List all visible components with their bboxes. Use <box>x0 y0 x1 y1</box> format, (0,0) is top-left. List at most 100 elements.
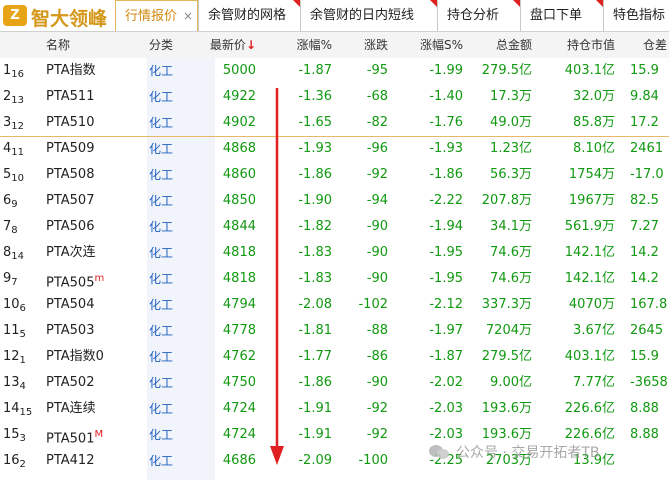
contract-name[interactable]: PTA509 <box>46 136 94 162</box>
chg-pct-s-cell: -1.76 <box>429 115 463 130</box>
table-row[interactable]: 78 PTA506 化工 4844 -1.82 -90 -1.94 34.1万 561.9万 7.… <box>0 214 669 240</box>
tab-order[interactable]: 盘口下单 <box>520 0 603 31</box>
flag-icon <box>430 0 437 7</box>
contract-name[interactable]: PTA412 <box>46 448 94 474</box>
row-subindex: 5 <box>19 329 26 340</box>
col-change[interactable]: 涨跌 <box>350 32 388 58</box>
close-icon[interactable]: × <box>183 9 193 23</box>
tab-indicators[interactable]: 特色指标 <box>603 0 669 31</box>
price-cell: 4868 <box>222 141 256 156</box>
category-cell: 化工 <box>149 428 174 442</box>
row-index: 121 <box>3 344 26 370</box>
row-number: 12 <box>3 349 20 364</box>
contract-name[interactable]: PTA505m <box>46 266 104 292</box>
contract-name[interactable]: PTA506 <box>46 214 94 240</box>
row-index: 116 <box>3 58 24 84</box>
row-index: 162 <box>3 448 26 474</box>
category-cell: 化工 <box>149 168 174 182</box>
open-diff-cell: 15.9 <box>630 63 659 78</box>
table-row[interactable]: 106 PTA504 化工 4794 -2.08 -102 -2.12 337.3万 4070万… <box>0 292 669 318</box>
tab-label: 盘口下单 <box>530 8 583 23</box>
price-cell: 4724 <box>222 427 256 442</box>
row-index: 69 <box>3 188 18 214</box>
chg-pct-s-cell: -2.02 <box>429 375 463 390</box>
col-open-diff[interactable]: 仓差 <box>643 32 667 58</box>
contract-name[interactable]: PTA504 <box>46 292 94 318</box>
price-cell: 4922 <box>222 89 256 104</box>
tab-label: 持仓分析 <box>447 8 500 23</box>
contract-name[interactable]: PTA次连 <box>46 240 96 266</box>
contract-name[interactable]: PTA连续 <box>46 396 96 422</box>
open-diff-cell: -17.0 <box>630 167 664 182</box>
col-name[interactable]: 名称 <box>46 32 70 58</box>
table-row[interactable]: 1415 PTA连续 化工 4724 -1.91 -92 -2.03 193.6万 226.6亿… <box>0 396 669 422</box>
table-row[interactable]: 97 PTA505m 化工 4818 -1.83 -90 -1.95 74.6万 142.1亿 1… <box>0 266 669 292</box>
contract-name[interactable]: PTA510 <box>46 110 94 136</box>
contract-name[interactable]: PTA指数 <box>46 58 96 84</box>
col-change-pct-s[interactable]: 涨幅S% <box>410 32 463 58</box>
contract-name-text: PTA指数 <box>46 63 96 78</box>
row-number: 10 <box>3 297 20 312</box>
flag-icon <box>513 0 520 7</box>
chg-cell: -92 <box>366 401 388 416</box>
tab-quotes[interactable]: 行情报价 × <box>115 0 198 31</box>
pos-value-cell: 226.6亿 <box>564 401 615 416</box>
table-row[interactable]: 116 PTA指数 化工 5000 -1.87 -95 -1.99 279.5亿 403.1亿 1… <box>0 58 669 84</box>
row-subindex: 2 <box>19 459 26 470</box>
tab-label: 特色指标 <box>613 8 666 23</box>
open-diff-cell: 8.88 <box>630 427 659 442</box>
contract-name[interactable]: PTA511 <box>46 84 94 110</box>
contract-name[interactable]: PTA507 <box>46 188 94 214</box>
table-row[interactable]: 69 PTA507 化工 4850 -1.90 -94 -2.22 207.8万 1967万 82… <box>0 188 669 214</box>
contract-name[interactable]: PTA指数0 <box>46 344 104 370</box>
contract-name[interactable]: PTA501M <box>46 422 103 448</box>
row-index: 814 <box>3 240 24 266</box>
col-category[interactable]: 分类 <box>149 32 173 58</box>
table-row[interactable]: 134 PTA502 化工 4750 -1.86 -90 -2.02 9.00亿 7.77亿 -3… <box>0 370 669 396</box>
table-row[interactable]: 115 PTA503 化工 4778 -1.81 -88 -1.97 7204万 3.67亿 26… <box>0 318 669 344</box>
chg-cell: -100 <box>358 453 388 468</box>
chg-cell: -90 <box>366 375 388 390</box>
top-tab-bar: Z 智大领峰 行情报价 × 余管财的网格 余管财的日内短线 持仓分析 盘口下单 特… <box>0 0 669 32</box>
table-row[interactable]: 814 PTA次连 化工 4818 -1.83 -90 -1.95 74.6万 142.1亿 14… <box>0 240 669 266</box>
logo-icon: Z <box>3 5 27 26</box>
chg-cell: -90 <box>366 245 388 260</box>
amount-cell: 17.3万 <box>490 89 532 104</box>
open-diff-cell: 15.9 <box>630 349 659 364</box>
chg-pct-s-cell: -1.95 <box>429 245 463 260</box>
tab-grid[interactable]: 余管财的网格 <box>198 0 300 31</box>
chg-pct-s-cell: -1.93 <box>429 141 463 156</box>
app-logo: Z 智大领峰 <box>0 0 115 31</box>
tab-position-analysis[interactable]: 持仓分析 <box>437 0 520 31</box>
contract-name[interactable]: PTA503 <box>46 318 94 344</box>
chg-pct-s-cell: -1.86 <box>429 167 463 182</box>
table-row[interactable]: 510 PTA508 化工 4860 -1.86 -92 -1.86 56.3万 1754万 -1… <box>0 162 669 188</box>
table-row[interactable]: 411 PTA509 化工 4868 -1.93 -96 -1.93 1.23亿 8.10亿 24… <box>0 136 669 162</box>
contract-name-text: PTA连续 <box>46 401 96 416</box>
amount-cell: 56.3万 <box>490 167 532 182</box>
price-cell: 4860 <box>222 167 256 182</box>
amount-cell: 337.3万 <box>481 297 532 312</box>
tab-label: 余管财的日内短线 <box>310 8 415 23</box>
chg-pct-s-cell: -1.95 <box>429 271 463 286</box>
tab-intraday[interactable]: 余管财的日内短线 <box>300 0 437 31</box>
pos-value-cell: 8.10亿 <box>573 141 615 156</box>
row-index: 153 <box>3 422 26 448</box>
col-amount[interactable]: 总金额 <box>480 32 532 58</box>
table-row[interactable]: 121 PTA指数0 化工 4762 -1.77 -86 -1.87 279.5亿 403.1亿… <box>0 344 669 370</box>
col-position-value[interactable]: 持仓市值 <box>555 32 615 58</box>
row-index: 78 <box>3 214 18 240</box>
contract-name[interactable]: PTA502 <box>46 370 94 396</box>
col-change-pct[interactable]: 涨幅% <box>275 32 332 58</box>
open-diff-cell <box>630 448 669 474</box>
pos-value-cell: 403.1亿 <box>564 349 615 364</box>
contract-name-text: PTA509 <box>46 141 95 156</box>
price-cell: 4778 <box>222 323 256 338</box>
contract-name[interactable]: PTA508 <box>46 162 94 188</box>
price-cell: 4762 <box>222 349 256 364</box>
col-price[interactable]: 最新价↓ <box>200 32 256 58</box>
row-subindex: 10 <box>11 173 25 184</box>
table-row[interactable]: 312 PTA510 化工 4902 -1.65 -82 -1.76 49.0万 85.8万 17… <box>0 110 669 136</box>
table-row[interactable]: 213 PTA511 化工 4922 -1.36 -68 -1.40 17.3万 32.0万 9.… <box>0 84 669 110</box>
tab-label: 余管财的网格 <box>208 8 287 23</box>
